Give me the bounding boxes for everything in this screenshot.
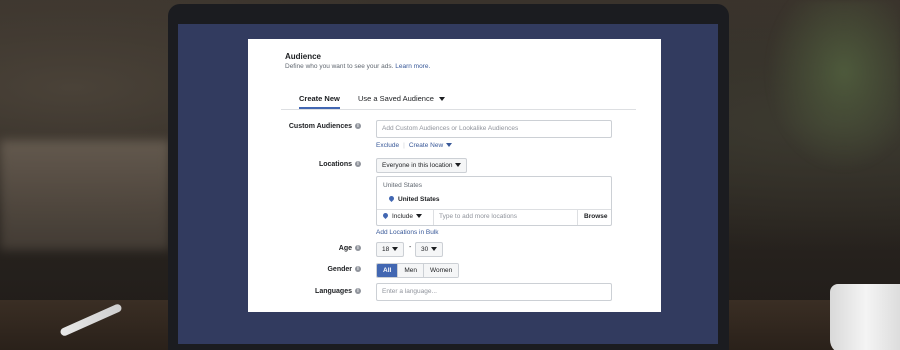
include-dropdown[interactable]: Include [381, 211, 422, 220]
locations-label: Locations i [285, 161, 361, 168]
age-max-dropdown[interactable]: 30 [415, 242, 444, 257]
gender-men-button[interactable]: Men [398, 264, 424, 277]
coffee-mug [830, 284, 900, 350]
age-max-value: 30 [421, 246, 429, 253]
location-group-header: United States [383, 182, 423, 189]
audience-panel: Audience Define who you want to see your… [248, 39, 661, 312]
selected-location[interactable]: United States [387, 194, 440, 203]
age-dash: - [409, 244, 412, 251]
age-text: Age [338, 245, 352, 252]
age-min-value: 18 [382, 246, 390, 253]
languages-label: Languages i [285, 288, 361, 295]
caret-down-icon [438, 97, 445, 102]
create-new-text: Create New [408, 142, 444, 149]
info-icon[interactable]: i [355, 161, 361, 168]
caret-down-icon [455, 163, 462, 168]
divider [577, 210, 578, 225]
gender-selector: All Men Women [376, 263, 460, 278]
info-icon[interactable]: i [355, 288, 361, 295]
tab-use-saved-audience[interactable]: Use a Saved Audience [358, 94, 445, 103]
location-type-value: Everyone in this location [382, 162, 453, 169]
custom-audiences-text: Custom Audiences [288, 123, 352, 130]
location-selector: United States United States Include Type… [376, 176, 612, 226]
caret-down-icon [446, 143, 453, 148]
tab-saved-label: Use a Saved Audience [358, 94, 434, 103]
info-icon[interactable]: i [355, 245, 361, 252]
subtitle-text: Define who you want to see your ads. [285, 63, 394, 70]
info-icon[interactable]: i [355, 266, 361, 273]
audience-title: Audience [285, 52, 322, 61]
custom-audiences-placeholder: Add Custom Audiences or Lookalike Audien… [382, 125, 519, 132]
languages-input[interactable]: Enter a language... [376, 283, 612, 301]
info-icon[interactable]: i [355, 123, 361, 130]
location-type-dropdown[interactable]: Everyone in this location [376, 158, 468, 173]
audience-tabs: Create New Use a Saved Audience [281, 91, 636, 110]
location-search-row: Include Type to add more locations Brows… [377, 209, 611, 225]
caret-down-icon [392, 247, 399, 252]
location-pin-icon [387, 194, 396, 203]
divider [433, 210, 434, 225]
selected-location-text: United States [398, 196, 440, 203]
languages-text: Languages [315, 288, 352, 295]
audience-subtitle: Define who you want to see your ads. Lea… [285, 63, 430, 70]
location-search-input[interactable]: Type to add more locations [439, 213, 517, 220]
gender-label: Gender i [285, 266, 361, 273]
laptop: Audience Define who you want to see your… [168, 4, 729, 350]
locations-text: Locations [318, 161, 352, 168]
location-pin-icon [381, 211, 390, 220]
age-label: Age i [285, 245, 361, 252]
create-new-link[interactable]: Create New [408, 142, 453, 149]
custom-audiences-input[interactable]: Add Custom Audiences or Lookalike Audien… [376, 120, 612, 138]
gender-text: Gender [327, 266, 352, 273]
learn-more-link[interactable]: Learn more. [395, 63, 430, 70]
gender-all-button[interactable]: All [377, 264, 399, 277]
blurred-shelf [0, 140, 170, 250]
exclude-link[interactable]: Exclude [376, 142, 399, 149]
age-min-dropdown[interactable]: 18 [376, 242, 405, 257]
add-locations-bulk-link[interactable]: Add Locations in Bulk [376, 229, 439, 236]
tab-create-new[interactable]: Create New [299, 94, 340, 109]
blurred-plant [760, 0, 900, 180]
gender-women-button[interactable]: Women [423, 264, 459, 277]
caret-down-icon [431, 247, 438, 252]
languages-placeholder: Enter a language... [382, 288, 437, 295]
link-divider: | [403, 142, 405, 149]
custom-audiences-label: Custom Audiences i [285, 123, 361, 130]
laptop-screen: Audience Define who you want to see your… [178, 24, 718, 344]
custom-audiences-links: Exclude | Create New [376, 142, 453, 149]
caret-down-icon [415, 214, 422, 219]
include-text: Include [392, 213, 413, 220]
browse-button[interactable]: Browse [584, 213, 607, 220]
